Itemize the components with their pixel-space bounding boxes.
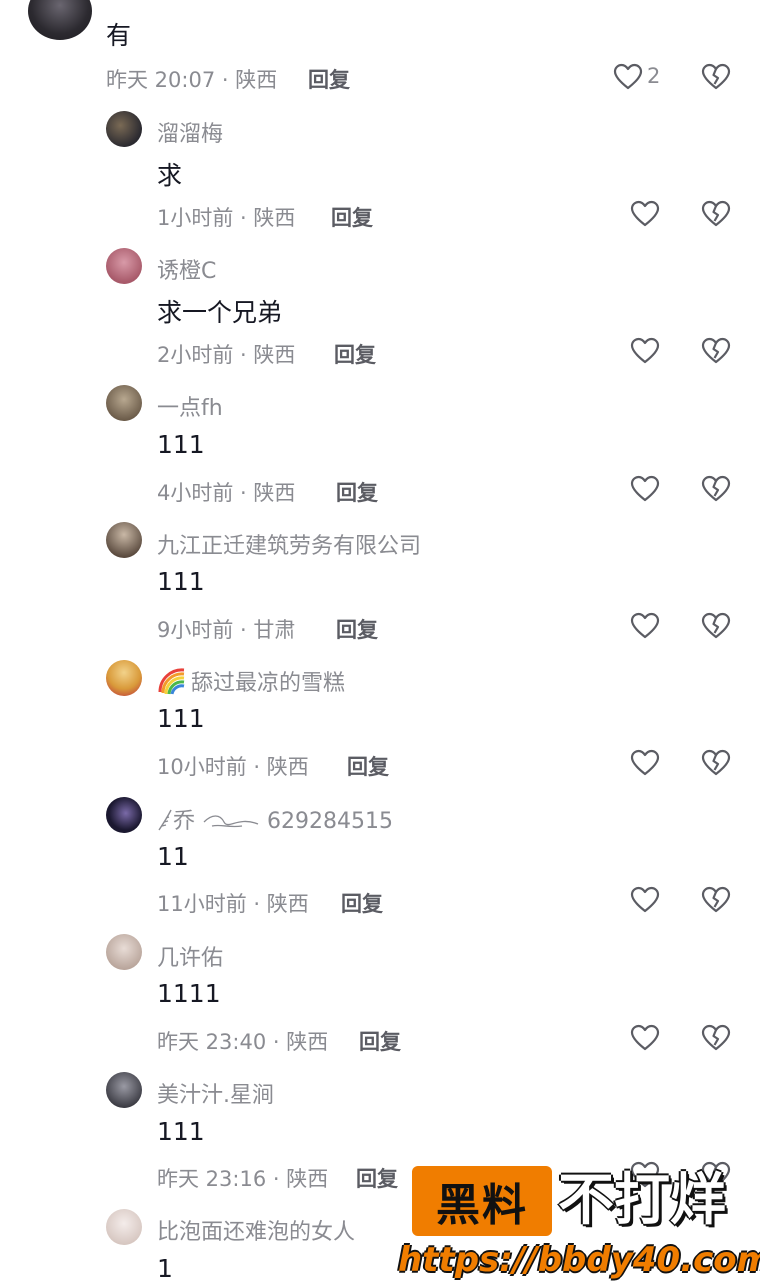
avatar[interactable] bbox=[106, 660, 142, 696]
heart-icon[interactable] bbox=[630, 475, 660, 503]
username[interactable]: 九江正迁建筑劳务有限公司 bbox=[157, 528, 421, 560]
comment-text: 11 bbox=[157, 842, 189, 871]
watermark-logo: 黑料 bbox=[412, 1166, 552, 1236]
avatar[interactable] bbox=[106, 1072, 142, 1108]
comment-text: 111 bbox=[157, 430, 205, 459]
broken-heart-icon[interactable] bbox=[701, 337, 731, 365]
broken-heart-icon[interactable] bbox=[701, 200, 731, 228]
username[interactable]: 一点fh bbox=[157, 390, 223, 422]
comment-text: 有 bbox=[106, 21, 132, 50]
heart-icon[interactable] bbox=[630, 1024, 660, 1052]
comment-text: 1111 bbox=[157, 979, 221, 1008]
feather-icon bbox=[158, 809, 172, 831]
broken-heart-icon[interactable] bbox=[701, 749, 731, 777]
comment-meta: 昨天 23:16 · 陕西 bbox=[157, 1167, 329, 1191]
avatar[interactable] bbox=[106, 934, 142, 970]
comment-text: 111 bbox=[157, 1117, 205, 1146]
username[interactable]: 舔过最凉的雪糕 bbox=[157, 665, 345, 697]
heart-icon[interactable] bbox=[613, 63, 643, 91]
comment-meta: 10小时前 · 陕西 bbox=[157, 755, 309, 779]
username-text: 乔 bbox=[173, 809, 196, 834]
avatar[interactable] bbox=[106, 111, 142, 147]
heart-icon[interactable] bbox=[630, 200, 660, 228]
comment-meta: 9小时前 · 甘肃 bbox=[157, 618, 296, 642]
broken-heart-icon[interactable] bbox=[701, 1024, 731, 1052]
username[interactable]: 溜溜梅 bbox=[157, 116, 223, 148]
heart-icon[interactable] bbox=[630, 337, 660, 365]
heart-icon[interactable] bbox=[630, 612, 660, 640]
comment-text: 1 bbox=[157, 1254, 173, 1283]
reply-button[interactable]: 回复 bbox=[331, 202, 373, 232]
reply-button[interactable]: 回复 bbox=[356, 1163, 398, 1193]
wave-icon bbox=[203, 815, 259, 828]
comment-meta: 4小时前 · 陕西 bbox=[157, 481, 296, 505]
avatar[interactable] bbox=[106, 797, 142, 833]
comment-meta: 11小时前 · 陕西 bbox=[157, 892, 309, 916]
reply-button[interactable]: 回复 bbox=[359, 1026, 401, 1056]
username-suffix: 629284515 bbox=[267, 809, 393, 834]
avatar[interactable] bbox=[106, 522, 142, 558]
avatar[interactable] bbox=[106, 1209, 142, 1245]
username[interactable]: 乔 629284515 bbox=[157, 803, 393, 835]
comment-meta: 2小时前 · 陕西 bbox=[157, 343, 296, 367]
username[interactable]: 几许佑 bbox=[157, 940, 223, 972]
heart-icon[interactable] bbox=[630, 886, 660, 914]
like-count: 2 bbox=[647, 64, 661, 88]
broken-heart-icon[interactable] bbox=[701, 612, 731, 640]
reply-button[interactable]: 回复 bbox=[347, 751, 389, 781]
username[interactable]: 美汁汁.星涧 bbox=[157, 1077, 274, 1109]
reply-button[interactable]: 回复 bbox=[336, 614, 378, 644]
username-text: 舔过最凉的雪糕 bbox=[191, 671, 346, 696]
broken-heart-icon[interactable] bbox=[701, 63, 731, 91]
broken-heart-icon[interactable] bbox=[701, 475, 731, 503]
comment-meta: 昨天 23:40 · 陕西 bbox=[157, 1030, 329, 1054]
reply-button[interactable]: 回复 bbox=[308, 64, 350, 94]
comment-text: 求 bbox=[157, 161, 183, 190]
watermark-text: 不打烊 bbox=[558, 1168, 726, 1233]
comment-text: 求一个兄弟 bbox=[157, 298, 283, 327]
watermark-url: https://bbdy40.com bbox=[398, 1240, 760, 1280]
rainbow-icon bbox=[158, 668, 185, 695]
reply-button[interactable]: 回复 bbox=[336, 477, 378, 507]
heart-icon[interactable] bbox=[630, 749, 660, 777]
comment-text: 111 bbox=[157, 704, 205, 733]
comment-text: 111 bbox=[157, 567, 205, 596]
username[interactable]: 诱橙C bbox=[157, 253, 216, 285]
reply-button[interactable]: 回复 bbox=[334, 339, 376, 369]
username[interactable]: 比泡面还难泡的女人 bbox=[157, 1214, 355, 1246]
reply-button[interactable]: 回复 bbox=[341, 888, 383, 918]
avatar[interactable] bbox=[28, 0, 92, 40]
broken-heart-icon[interactable] bbox=[701, 886, 731, 914]
comment-meta: 1小时前 · 陕西 bbox=[157, 206, 296, 230]
comment-meta: 昨天 20:07 · 陕西 bbox=[106, 68, 278, 92]
avatar[interactable] bbox=[106, 385, 142, 421]
avatar[interactable] bbox=[106, 248, 142, 284]
